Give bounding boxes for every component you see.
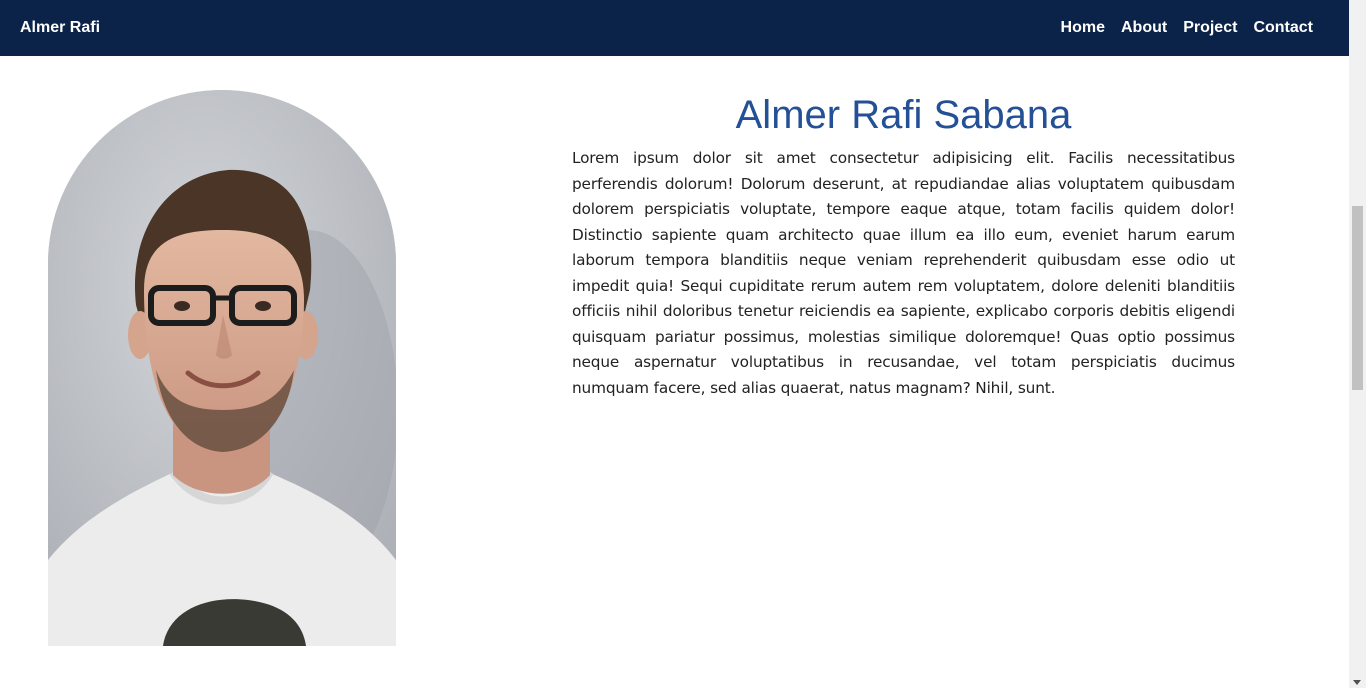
nav-link-home[interactable]: Home <box>1061 19 1105 37</box>
navbar: Almer Rafi Home About Project Contact <box>0 0 1349 56</box>
profile-photo-illustration <box>48 90 396 646</box>
about-paragraph: Lorem ipsum dolor sit amet consectetur a… <box>572 149 1235 397</box>
vertical-scrollbar[interactable] <box>1349 0 1366 688</box>
page: Almer Rafi Home About Project Contact Al… <box>0 0 1366 688</box>
about-title: Almer Rafi Sabana <box>735 93 1072 137</box>
scroll-down-arrow-icon[interactable] <box>1353 680 1361 685</box>
profile-photo <box>48 90 396 646</box>
nav-links: Home About Project Contact <box>1061 19 1313 37</box>
nav-link-about[interactable]: About <box>1121 19 1167 37</box>
nav-link-contact[interactable]: Contact <box>1253 19 1313 37</box>
scrollbar-thumb[interactable] <box>1352 206 1363 390</box>
nav-link-project[interactable]: Project <box>1183 19 1237 37</box>
brand-link[interactable]: Almer Rafi <box>20 19 100 37</box>
